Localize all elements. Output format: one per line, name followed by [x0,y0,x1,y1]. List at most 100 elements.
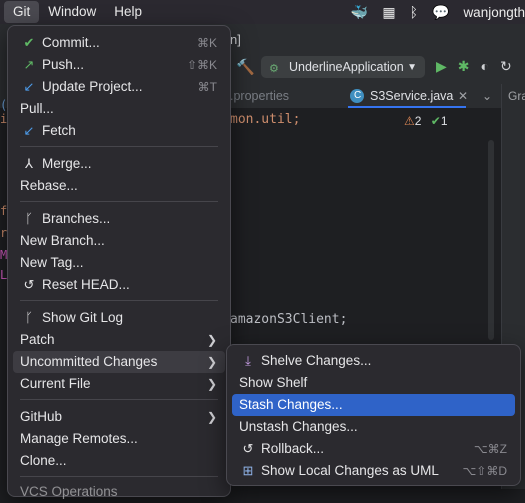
window-title-fragment: n] [230,32,241,47]
commit-label: Commit... [42,35,100,50]
menu-item-github[interactable]: GitHub ❯ [13,406,225,428]
branches-label: Branches... [42,211,111,226]
rollback-shortcut: ⌥⌘Z [473,442,507,456]
new-branch-label: New Branch... [20,233,105,248]
menu-item-branches[interactable]: ᚴ Branches... [13,208,225,230]
stash-label: Stash Changes... [239,397,343,412]
close-tab-icon[interactable]: ✕ [458,84,468,108]
vcs-ops-label: VCS Operations [20,484,118,499]
update-arrow-icon: ↙ [23,79,35,94]
menu-item-push[interactable]: ↗ Push... ⇧⌘K [13,54,225,76]
menu-item-commit[interactable]: ✔ Commit... ⌘K [13,32,225,54]
show-git-log-label: Show Git Log [42,310,124,325]
run-icon[interactable]: ▶ [436,58,447,75]
git-log-icon: ᚴ [25,310,33,325]
tab-properties[interactable]: .properties [230,84,289,108]
run-config-select[interactable]: ⚙ UnderlineApplication ▼ [261,56,425,78]
menu-item-uncommitted-changes[interactable]: Uncommitted Changes ❯ [13,351,225,373]
uncommitted-label: Uncommitted Changes [20,354,158,369]
code-line-field: amazonS3Client; [230,312,348,327]
menu-item-reset-head[interactable]: ↺ Reset HEAD... [13,274,225,296]
update-label: Update Project... [42,79,143,94]
spring-icon: ⚙ [269,63,279,75]
build-icon[interactable]: 🔨 [236,58,255,76]
update-shortcut: ⌘T [197,80,217,94]
menu-separator [20,201,218,202]
github-label: GitHub [20,409,63,424]
show-local-shortcut: ⌥⇧⌘D [462,464,507,478]
menu-item-shelve-changes[interactable]: ⤓ Shelve Changes... [232,350,515,372]
patch-label: Patch [20,332,55,347]
user-name[interactable]: wanjongth [463,5,525,20]
unstash-label: Unstash Changes... [239,419,358,434]
merge-label: Merge... [42,156,92,171]
menu-separator [20,476,218,477]
menu-item-show-local-changes-uml[interactable]: ⊞ Show Local Changes as UML ⌥⇧⌘D [232,460,515,482]
show-local-label: Show Local Changes as UML [261,463,439,478]
menu-item-update-project[interactable]: ↙ Update Project... ⌘T [13,76,225,98]
menu-git[interactable]: Git [4,1,40,23]
menu-separator [20,399,218,400]
menu-item-show-git-log[interactable]: ᚴ Show Git Log [13,307,225,329]
tab-s3service[interactable]: C S3Service.java [348,84,467,108]
status-area: 🐳 ▦ ᛒ 💬 wanjongth [351,0,525,24]
shelve-icon: ⤓ [245,353,251,368]
uncommitted-changes-submenu: ⤓ Shelve Changes... Show Shelf Stash Cha… [226,344,521,486]
new-tag-label: New Tag... [20,255,84,270]
check-icon: ✔ [430,114,441,128]
chevron-right-icon: ❯ [206,333,217,347]
uml-diagram-icon: ⊞ [242,463,254,478]
clone-label: Clone... [20,453,67,468]
reset-head-label: Reset HEAD... [42,277,130,292]
pull-label: Pull... [20,101,54,116]
tabs-chevron-icon[interactable]: ⌄ [482,84,492,108]
menu-window[interactable]: Window [39,1,105,23]
coverage-icon[interactable]: ◐ [481,58,489,75]
manage-remotes-label: Manage Remotes... [20,431,138,446]
push-shortcut: ⇧⌘K [186,58,217,72]
menu-item-clone[interactable]: Clone... [13,450,225,472]
menu-item-pull[interactable]: Pull... [13,98,225,120]
menu-item-stash-changes[interactable]: Stash Changes... [232,394,515,416]
docker-icon[interactable]: 🐳 [351,4,368,21]
profile-icon[interactable]: ↻ [500,58,512,75]
mac-menubar: Git Window Help 🐳 ▦ ᛒ 💬 wanjongth [0,0,525,24]
menu-item-new-branch[interactable]: New Branch... [13,230,225,252]
menu-separator [20,300,218,301]
show-shelf-label: Show Shelf [239,375,308,390]
menu-item-vcs-operations[interactable]: VCS Operations [13,481,225,503]
menu-item-new-tag[interactable]: New Tag... [13,252,225,274]
menu-item-rollback[interactable]: ↺ Rollback... ⌥⌘Z [232,438,515,460]
menu-item-manage-remotes[interactable]: Manage Remotes... [13,428,225,450]
run-actions: ▶ ✱ ◐ ↻ [436,58,512,75]
chevron-down-icon: ▼ [407,61,417,73]
debug-icon[interactable]: ✱ [458,58,470,75]
chat-icon[interactable]: 💬 [432,4,449,21]
push-label: Push... [42,57,85,72]
fetch-label: Fetch [42,123,76,138]
menu-help[interactable]: Help [105,1,151,23]
warning-count: 2 [414,114,422,128]
menu-item-rebase[interactable]: Rebase... [13,175,225,197]
menu-item-merge[interactable]: ⅄ Merge... [13,153,225,175]
check-icon: ✔ [23,35,35,50]
undo-icon: ↺ [242,441,254,456]
gradle-label: Gra [508,89,525,103]
inspection-widget[interactable]: ⚠2 ✔1 [404,114,448,128]
rebase-label: Rebase... [20,178,78,193]
menu-item-patch[interactable]: Patch ❯ [13,329,225,351]
editor-scrollbar[interactable] [488,140,494,340]
menu-item-current-file[interactable]: Current File ❯ [13,373,225,395]
undo-icon: ↺ [23,277,35,292]
menu-item-unstash-changes[interactable]: Unstash Changes... [232,416,515,438]
menu-item-fetch[interactable]: ↙ Fetch [13,120,225,142]
bluetooth-icon[interactable]: ᛒ [410,4,418,20]
shelve-label: Shelve Changes... [261,353,372,368]
merge-icon: ⅄ [25,156,33,171]
menu-item-show-shelf[interactable]: Show Shelf [232,372,515,394]
push-arrow-icon: ↗ [23,57,35,72]
class-icon: C [354,90,362,101]
layout-icon[interactable]: ▦ [382,4,395,21]
rollback-label: Rollback... [261,441,325,456]
branch-icon: ᚴ [25,211,33,226]
